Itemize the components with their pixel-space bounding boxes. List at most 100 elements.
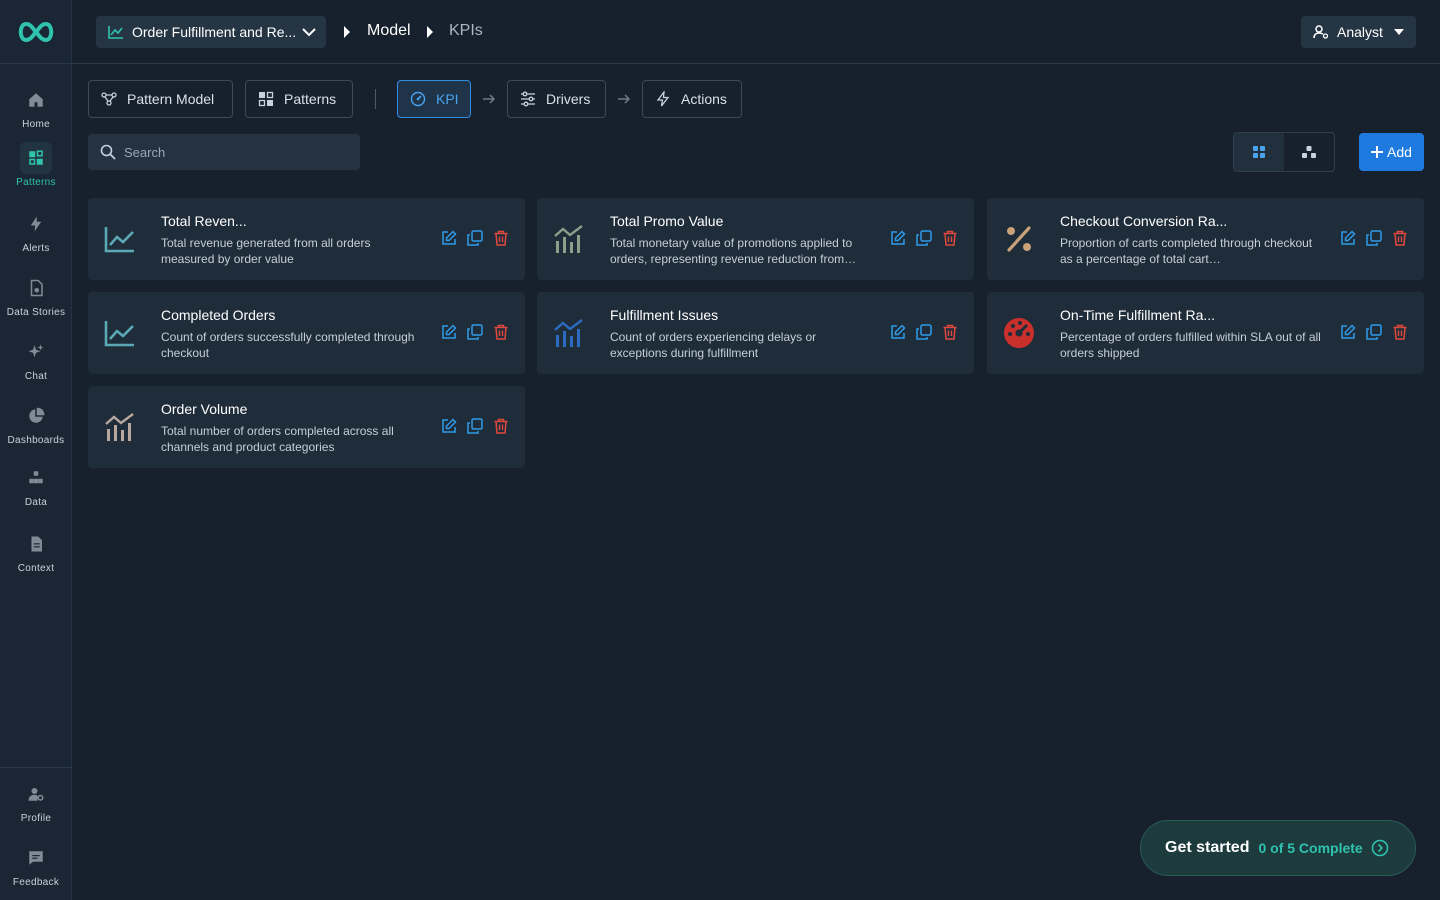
- trash-icon[interactable]: [493, 230, 509, 246]
- kpi-card[interactable]: Order Volume Total number of orders comp…: [88, 386, 525, 468]
- sidebar-item-label: Dashboards: [7, 435, 65, 446]
- step-patterns[interactable]: Patterns: [245, 80, 353, 118]
- sidebar-item-profile[interactable]: Profile: [0, 778, 72, 824]
- kpi-actions: [1340, 324, 1408, 340]
- sidebar-item-label: Alerts: [22, 243, 50, 254]
- add-button[interactable]: Add: [1359, 133, 1424, 171]
- sidebar-item-dashboards[interactable]: Dashboards: [0, 400, 72, 446]
- trash-icon[interactable]: [942, 324, 958, 340]
- lightning-icon: [655, 91, 671, 107]
- edit-icon[interactable]: [890, 324, 906, 340]
- add-label: Add: [1387, 144, 1412, 160]
- project-name: Order Fulfillment and Re...: [132, 24, 297, 40]
- tree-view-button[interactable]: [1284, 133, 1334, 171]
- grid-icon: [1253, 146, 1265, 158]
- bar-trend-icon: [553, 314, 585, 352]
- sidebar-item-home[interactable]: Home: [0, 84, 72, 130]
- kpi-card[interactable]: On-Time Fulfillment Ra... Percentage of …: [987, 292, 1424, 374]
- gauge-icon: [410, 91, 426, 107]
- duplicate-icon[interactable]: [1366, 324, 1382, 340]
- plus-icon: [1371, 146, 1384, 158]
- step-actions[interactable]: Actions: [642, 80, 742, 118]
- trash-icon[interactable]: [942, 230, 958, 246]
- arrow-right-icon: [481, 91, 497, 112]
- sidebar-item-data[interactable]: Data: [0, 462, 72, 508]
- step-pattern-model[interactable]: Pattern Model: [88, 80, 233, 118]
- duplicate-icon[interactable]: [916, 230, 932, 246]
- kpi-title: Order Volume: [161, 401, 248, 417]
- kpi-actions: [890, 230, 958, 246]
- step-kpi[interactable]: KPI: [397, 80, 471, 118]
- kpi-actions: [890, 324, 958, 340]
- sidebar-item-label: Feedback: [12, 877, 60, 888]
- breadcrumb-arrow-icon: [427, 26, 433, 38]
- top-bar: Order Fulfillment and Re... Model KPIs A…: [72, 0, 1440, 64]
- user-gear-icon: [1313, 25, 1329, 39]
- role-select[interactable]: Analyst: [1301, 16, 1416, 48]
- lightning-icon: [20, 208, 52, 240]
- edit-icon[interactable]: [1340, 230, 1356, 246]
- sidebar-item-label: Patterns: [16, 177, 56, 188]
- kpi-actions: [441, 324, 509, 340]
- kpi-card[interactable]: Total Promo Value Total monetary value o…: [537, 198, 974, 280]
- sidebar-item-patterns[interactable]: Patterns: [0, 142, 72, 188]
- profile-icon: [20, 778, 52, 810]
- sliders-icon: [520, 91, 536, 107]
- sidebar-item-chat[interactable]: Chat: [0, 336, 72, 382]
- grid-view-button[interactable]: [1234, 133, 1284, 171]
- trash-icon[interactable]: [493, 324, 509, 340]
- edit-icon[interactable]: [441, 418, 457, 434]
- bar-trend-icon: [553, 220, 585, 258]
- project-select[interactable]: Order Fulfillment and Re...: [96, 16, 326, 48]
- duplicate-icon[interactable]: [467, 418, 483, 434]
- kpi-card[interactable]: Fulfillment Issues Count of orders exper…: [537, 292, 974, 374]
- kpi-card[interactable]: Total Reven... Total revenue generated f…: [88, 198, 525, 280]
- kpi-title: Fulfillment Issues: [610, 307, 719, 323]
- caret-down-icon: [1394, 29, 1404, 35]
- search-input[interactable]: [124, 144, 344, 160]
- sidebar-item-feedback[interactable]: Feedback: [0, 842, 72, 888]
- duplicate-icon[interactable]: [467, 230, 483, 246]
- app-logo[interactable]: [0, 0, 71, 64]
- edit-icon[interactable]: [441, 324, 457, 340]
- kpi-description: Percentage of orders fulfilled within SL…: [1060, 330, 1321, 360]
- breadcrumb-arrow-icon: [344, 26, 350, 38]
- duplicate-icon[interactable]: [1366, 230, 1382, 246]
- kpi-card[interactable]: Checkout Conversion Ra... Proportion of …: [987, 198, 1424, 280]
- trash-icon[interactable]: [1392, 324, 1408, 340]
- get-started-button[interactable]: Get started 0 of 5 Complete: [1140, 820, 1416, 876]
- kpi-title: Completed Orders: [161, 307, 276, 323]
- duplicate-icon[interactable]: [467, 324, 483, 340]
- sidebar-item-data-stories[interactable]: Data Stories: [0, 272, 72, 318]
- trash-icon[interactable]: [1392, 230, 1408, 246]
- sidebar-item-alerts[interactable]: Alerts: [0, 208, 72, 254]
- sidebar-item-label: Context: [17, 563, 55, 574]
- step-drivers[interactable]: Drivers: [507, 80, 606, 118]
- kpi-title: On-Time Fulfillment Ra...: [1060, 307, 1216, 323]
- sidebar-item-label: Profile: [20, 813, 52, 824]
- step-label: Actions: [681, 91, 727, 107]
- home-icon: [20, 84, 52, 116]
- edit-icon[interactable]: [1340, 324, 1356, 340]
- role-name: Analyst: [1337, 24, 1383, 40]
- search-box: [88, 134, 360, 170]
- kpi-description: Count of orders successfully completed t…: [161, 330, 415, 360]
- duplicate-icon[interactable]: [916, 324, 932, 340]
- percent-icon: [1003, 220, 1035, 258]
- edit-icon[interactable]: [441, 230, 457, 246]
- trash-icon[interactable]: [493, 418, 509, 434]
- chevron-down-icon: [302, 27, 316, 37]
- kpi-title: Total Promo Value: [610, 213, 724, 229]
- patterns-icon: [258, 91, 274, 107]
- breadcrumb-kpis: KPIs: [449, 22, 483, 39]
- sidebar-item-label: Data: [24, 497, 48, 508]
- line-trend-icon: [104, 220, 136, 258]
- document-icon: [20, 528, 52, 560]
- hierarchy-icon: [1302, 146, 1316, 158]
- breadcrumb-model[interactable]: Model: [367, 22, 411, 40]
- edit-icon[interactable]: [890, 230, 906, 246]
- bar-trend-icon: [104, 408, 136, 446]
- sidebar-item-context[interactable]: Context: [0, 528, 72, 574]
- kpi-card[interactable]: Completed Orders Count of orders success…: [88, 292, 525, 374]
- get-started-title: Get started: [1165, 839, 1250, 856]
